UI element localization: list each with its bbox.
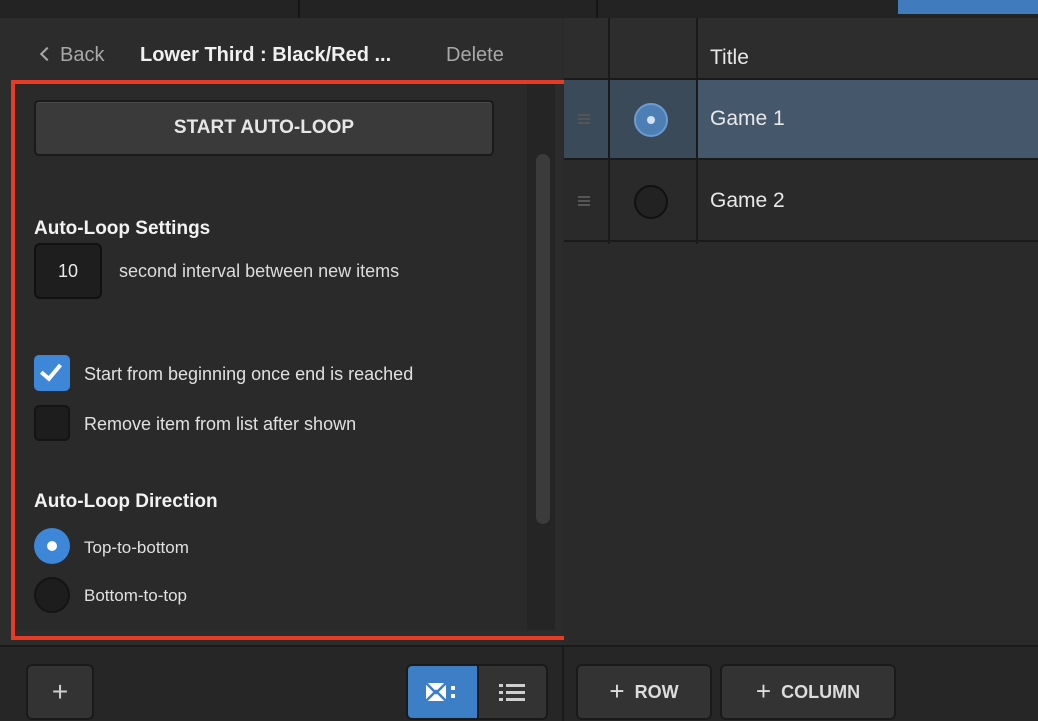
- table-header: Title: [564, 18, 1038, 80]
- tab-divider: [596, 0, 598, 18]
- panel-title: Lower Third : Black/Red ...: [140, 44, 392, 66]
- add-row-label: ROW: [634, 681, 679, 702]
- plus-icon: +: [51, 676, 69, 707]
- add-column-button[interactable]: + COLUMN: [720, 664, 896, 720]
- plus-icon: +: [609, 675, 625, 706]
- back-label: Back: [60, 44, 105, 66]
- interval-label: second interval between new items: [119, 261, 400, 281]
- add-row-button[interactable]: + ROW: [576, 664, 712, 720]
- radio-dot-icon: [47, 541, 57, 551]
- tab-divider: [298, 0, 300, 18]
- top-tab-strip: [0, 0, 1038, 18]
- add-column-label: COLUMN: [781, 681, 861, 702]
- add-item-button[interactable]: +: [26, 664, 94, 720]
- table-row[interactable]: Game 2: [564, 162, 1038, 242]
- drag-handle-icon[interactable]: [578, 114, 590, 124]
- view-mode-toggle[interactable]: [406, 664, 548, 720]
- chevron-left-icon: [39, 46, 55, 62]
- direction-top-to-bottom-radio[interactable]: [34, 528, 70, 564]
- scrollbar-thumb[interactable]: [536, 154, 550, 524]
- back-button[interactable]: Back: [39, 44, 105, 67]
- direction-bottom-to-top-radio[interactable]: [34, 577, 70, 613]
- start-autoloop-button[interactable]: START AUTO-LOOP: [34, 100, 494, 156]
- remove-after-shown-checkbox[interactable]: [34, 405, 70, 441]
- remove-after-shown-label: Remove item from list after shown: [84, 414, 357, 434]
- row-select-radio[interactable]: [634, 185, 668, 219]
- grid-view-button[interactable]: [408, 666, 477, 718]
- toolbar-divider: [562, 645, 564, 721]
- drag-handle-icon[interactable]: [578, 196, 590, 206]
- checkmark-icon: [39, 358, 63, 382]
- column-divider: [608, 18, 610, 244]
- list-view-button[interactable]: [476, 666, 546, 718]
- delete-button[interactable]: Delete: [446, 44, 504, 67]
- direction-top-to-bottom-label: Top-to-bottom: [84, 538, 189, 557]
- autoloop-settings-heading: Auto-Loop Settings: [34, 218, 211, 239]
- restart-checkbox[interactable]: [34, 355, 70, 391]
- image-list-icon: [425, 682, 456, 702]
- active-tab-indicator[interactable]: [898, 0, 1038, 14]
- column-divider: [696, 18, 698, 244]
- restart-checkbox-label: Start from beginning once end is reached: [84, 364, 414, 384]
- direction-bottom-to-top-label: Bottom-to-top: [84, 586, 187, 605]
- column-header-title[interactable]: Title: [710, 46, 749, 70]
- row-select-radio[interactable]: [634, 103, 668, 137]
- radio-dot-icon: [647, 116, 655, 124]
- plus-icon: +: [755, 675, 772, 706]
- row-title[interactable]: Game 1: [710, 107, 785, 131]
- table-row[interactable]: Game 1: [564, 80, 1038, 160]
- row-title[interactable]: Game 2: [710, 189, 785, 213]
- list-icon: [499, 684, 526, 701]
- data-table: Title Game 1 Game 2: [564, 18, 1038, 645]
- interval-input[interactable]: 10: [34, 243, 102, 299]
- autoloop-direction-heading: Auto-Loop Direction: [34, 491, 218, 512]
